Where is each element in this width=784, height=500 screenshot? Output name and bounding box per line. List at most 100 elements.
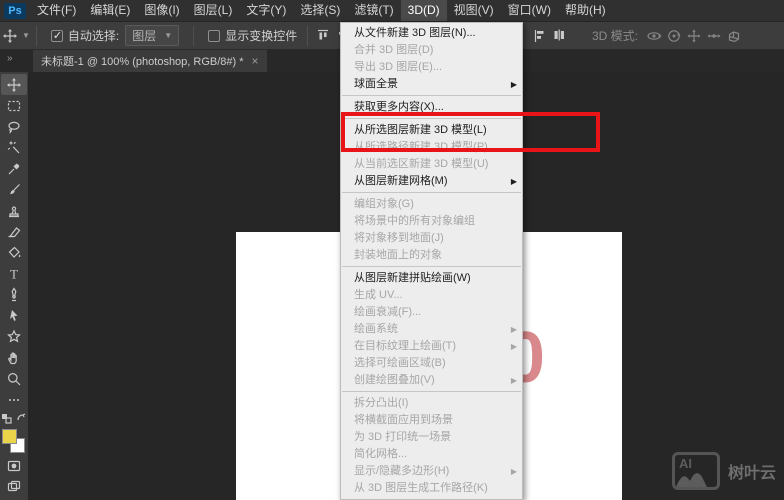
menu-item[interactable]: 绘画衰减(F)... [341,304,522,321]
menu-separator [342,95,521,96]
watermark: AI 树叶云 [672,452,776,490]
auto-select-label: 自动选择: [68,27,119,44]
menu-separator [342,266,521,267]
menubar-item-v[interactable]: 视图(V) [447,0,501,21]
3d-rotate-icon [644,26,664,46]
menu-item[interactable]: 从 3D 图层生成工作路径(K) [341,480,522,497]
menu-separator [342,391,521,392]
chevron-down-icon: ▼ [164,31,172,40]
submenu-arrow-icon: ▶ [511,463,517,480]
zoom-tool[interactable] [1,368,27,389]
eraser-tool[interactable] [1,221,27,242]
hand-tool[interactable] [1,347,27,368]
menu-item[interactable]: 生成 UV... [341,287,522,304]
auto-select-checkbox[interactable] [51,30,63,42]
marquee-tool[interactable] [1,95,27,116]
menu-item[interactable]: 绘画系统▶ [341,321,522,338]
menu-item[interactable]: 从文件新建 3D 图层(N)... [341,25,522,42]
highlight-box [341,112,600,152]
menu-item[interactable]: 导出 3D 图层(E)... [341,59,522,76]
menu-item[interactable]: 从当前选区新建 3D 模型(U) [341,156,522,173]
submenu-arrow-icon: ▶ [511,76,517,93]
menubar-item-s[interactable]: 选择(S) [293,0,347,21]
magic-wand-tool[interactable] [1,137,27,158]
menubar-item-3dd[interactable]: 3D(D) [401,0,447,21]
3d-roll-icon [664,26,684,46]
3d-scale-icon [724,26,744,46]
tab-close-icon[interactable]: × [252,54,259,68]
menubar-item-h[interactable]: 帮助(H) [558,0,613,21]
submenu-arrow-icon: ▶ [511,338,517,355]
eyedropper-tool[interactable] [1,158,27,179]
menubar-item-t[interactable]: 滤镜(T) [347,0,400,21]
default-colors-icon[interactable] [1,413,12,427]
align-top-icon[interactable] [314,26,334,46]
auto-select-target-value: 图层 [132,27,156,44]
more-tools[interactable] [1,389,27,410]
screen-mode-icon[interactable] [1,476,27,497]
document-tab-title: 未标题-1 @ 100% (photoshop, RGB/8#) * [41,53,244,69]
menu-item[interactable]: 从图层新建拼贴绘画(W) [341,270,522,287]
menu-item[interactable]: 合并 3D 图层(D) [341,42,522,59]
separator [307,26,308,46]
menubar-item-l[interactable]: 图层(L) [187,0,240,21]
swap-colors-icon[interactable] [16,413,27,427]
menu-separator [342,192,521,193]
menubar-item-w[interactable]: 窗口(W) [501,0,558,21]
show-transform-checkbox[interactable] [208,30,220,42]
move-tool[interactable] [1,74,27,95]
collapse-toolbar-icon[interactable]: » [7,53,14,64]
submenu-arrow-icon: ▶ [511,372,517,389]
submenu-arrow-icon: ▶ [511,173,517,190]
menubar-item-y[interactable]: 文字(Y) [239,0,293,21]
quick-mask-icon[interactable] [1,455,27,476]
menu-item[interactable]: 封装地面上的对象 [341,247,522,264]
tools-panel: T [0,72,28,500]
menubar-item-e[interactable]: 编辑(E) [83,0,137,21]
show-transform-label: 显示变换控件 [225,27,297,44]
menubar-item-i[interactable]: 图像(I) [137,0,186,21]
foreground-color-swatch[interactable] [2,429,17,444]
menu-item[interactable]: 为 3D 打印统一场景 [341,429,522,446]
menu-item[interactable]: 将横截面应用到场景 [341,412,522,429]
separator [36,26,37,46]
menu-item[interactable]: 在目标纹理上绘画(T)▶ [341,338,522,355]
menu-item[interactable]: 显示/隐藏多边形(H)▶ [341,463,522,480]
3d-slide-icon [704,26,724,46]
pen-tool[interactable] [1,284,27,305]
watermark-name: 树叶云 [728,459,776,483]
menu-item[interactable]: 创建绘图叠加(V)▶ [341,372,522,389]
path-select-tool[interactable] [1,305,27,326]
menu-bar: Ps 文件(F)编辑(E)图像(I)图层(L)文字(Y)选择(S)滤镜(T)3D… [0,0,784,22]
tool-preset-chevron-icon[interactable]: ▼ [22,31,30,40]
menu-item[interactable]: 将对象移到地面(J) [341,230,522,247]
svg-text:T: T [10,266,18,281]
color-swatches[interactable] [2,429,26,455]
menu-item[interactable]: 球面全景▶ [341,76,522,93]
menu-item[interactable]: 将场景中的所有对象编组 [341,213,522,230]
menu-item[interactable]: 选择可绘画区域(B) [341,355,522,372]
document-tab[interactable]: 未标题-1 @ 100% (photoshop, RGB/8#) * × [33,50,267,72]
brush-tool[interactable] [1,179,27,200]
clone-stamp-tool[interactable] [1,200,27,221]
menu-item[interactable]: 编组对象(G) [341,196,522,213]
menu-item[interactable]: 拆分凸出(I) [341,395,522,412]
distribute-center-icon[interactable] [550,26,570,46]
menu-item[interactable]: 从图层新建网格(M)▶ [341,173,522,190]
distribute-icons-group [530,22,570,49]
menu-item[interactable]: 简化网格... [341,446,522,463]
submenu-arrow-icon: ▶ [511,321,517,338]
separator [193,26,194,46]
type-tool[interactable]: T [1,263,27,284]
paint-bucket-tool[interactable] [1,242,27,263]
watermark-image-icon: AI [672,452,720,490]
3d-mode-group: 3D 模式: [592,22,744,49]
photoshop-logo: Ps [4,3,26,19]
auto-select-target-dropdown[interactable]: 图层 ▼ [125,25,179,46]
shape-tool[interactable] [1,326,27,347]
lasso-tool[interactable] [1,116,27,137]
distribute-left-icon[interactable] [530,26,550,46]
move-tool-icon[interactable] [0,26,20,46]
menubar-item-f[interactable]: 文件(F) [30,0,83,21]
3d-dropdown-menu: 从文件新建 3D 图层(N)...合并 3D 图层(D)导出 3D 图层(E).… [340,22,523,500]
